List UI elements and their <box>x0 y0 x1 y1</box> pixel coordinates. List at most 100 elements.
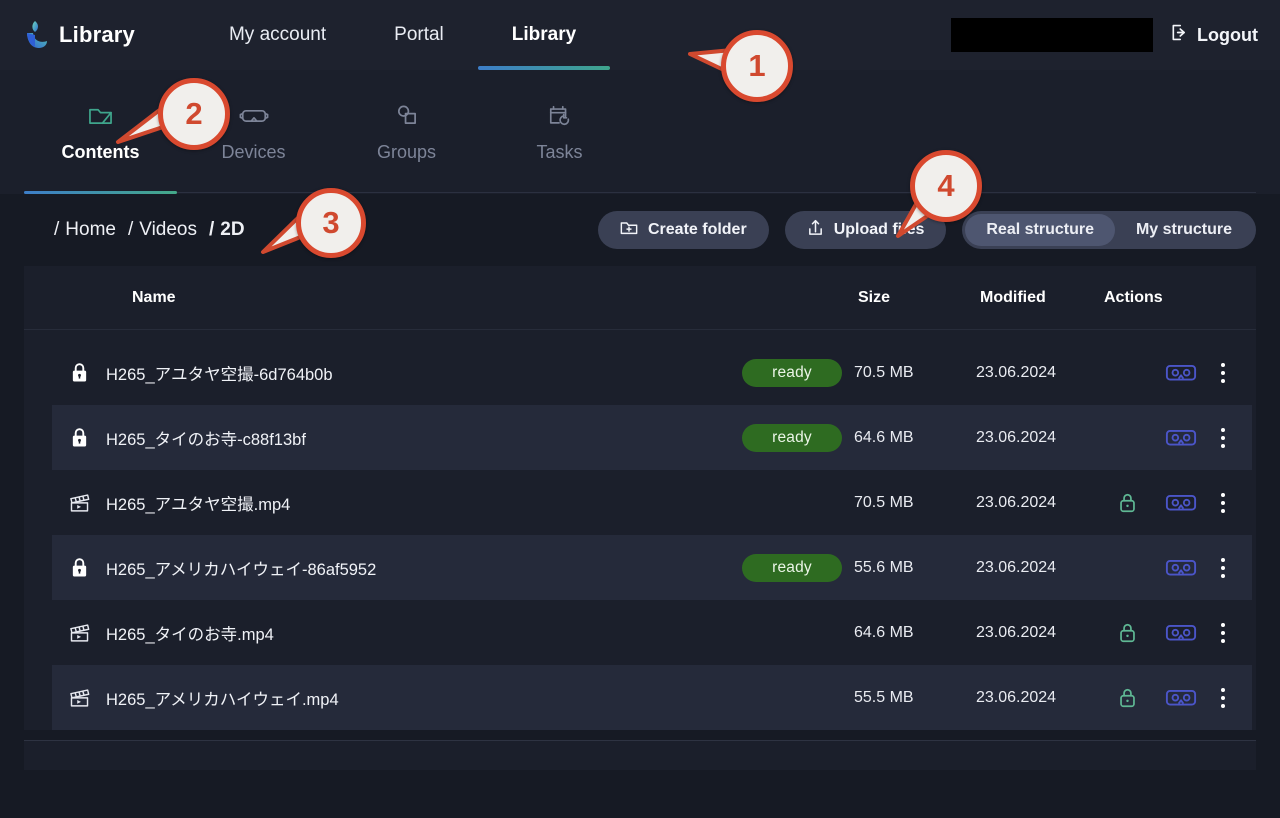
file-name: H265_アメリカハイウェイ-86af5952 <box>106 560 377 579</box>
status-badge: ready <box>742 423 842 452</box>
status-cell: ready <box>742 358 854 387</box>
content-toolbar: / Home / Videos / 2D Create folder Uploa… <box>0 194 1280 266</box>
brand-title: Library <box>59 22 135 47</box>
column-header-name: Name <box>132 288 176 306</box>
kebab-menu-icon[interactable] <box>1208 687 1238 708</box>
vr-goggles-icon[interactable] <box>1154 557 1208 578</box>
vr-headset-icon <box>239 102 269 128</box>
video-file-icon <box>52 687 106 708</box>
folder-icon <box>88 102 113 128</box>
structure-option-label: Real structure <box>986 221 1094 238</box>
topnav-label: Library <box>511 24 577 45</box>
table-body: H265_アユタヤ空撮-6d764b0b ready 70.5 MB 23.06.20… <box>24 330 1256 730</box>
video-file-icon <box>52 622 106 643</box>
breadcrumb-item-home[interactable]: / Home <box>54 219 116 241</box>
create-folder-label: Create folder <box>647 221 747 238</box>
subnav-label: Contents <box>61 142 140 162</box>
subnav-label: Groups <box>376 142 437 162</box>
kebab-menu-icon[interactable] <box>1208 362 1238 383</box>
top-bar: Library My account Portal Library Logout <box>0 0 1280 70</box>
row-actions <box>1100 622 1252 643</box>
file-name: H265_アユタヤ空撮.mp4 <box>106 495 291 514</box>
topnav-item-library[interactable]: Library <box>477 0 611 70</box>
vr-goggles-icon[interactable] <box>1154 362 1208 383</box>
file-name: H265_タイのお寺-c88f13bf <box>106 430 306 449</box>
subnav-label: Devices <box>221 142 286 162</box>
table-row[interactable]: H265_アユタヤ空撮-6d764b0b ready 70.5 MB 23.06.20… <box>52 340 1252 405</box>
kebab-menu-icon[interactable] <box>1208 427 1238 448</box>
brand[interactable]: Library <box>22 20 135 50</box>
video-file-icon <box>52 492 106 513</box>
file-size: 55.5 MB <box>854 688 914 706</box>
table-row[interactable]: H265_アメリカハイウェイ.mp4 55.5 MB 23.06.2024 <box>52 665 1252 730</box>
sub-navigation-bar: Contents Devices Groups Tasks <box>0 70 1280 194</box>
row-actions <box>1100 557 1252 578</box>
upload-files-button[interactable]: Upload files <box>784 211 947 249</box>
lock-action-slot[interactable] <box>1100 687 1154 708</box>
kebab-menu-icon[interactable] <box>1208 622 1238 643</box>
row-actions <box>1100 687 1252 708</box>
file-size: 70.5 MB <box>854 363 914 381</box>
status-badge: ready <box>742 553 842 582</box>
structure-option-real[interactable]: Real structure <box>965 214 1115 246</box>
next-section-placeholder <box>24 740 1256 770</box>
lock-icon <box>52 427 106 448</box>
subnav-divider <box>24 192 1256 193</box>
status-badge: ready <box>742 358 842 387</box>
content-panel: / Home / Videos / 2D Create folder Uploa… <box>0 194 1280 818</box>
logout-icon <box>1169 23 1188 47</box>
table-row[interactable]: H265_アユタヤ空撮.mp4 70.5 MB 23.06.2024 <box>52 470 1252 535</box>
file-size: 64.6 MB <box>854 623 914 641</box>
subnav-item-contents[interactable]: Contents <box>24 70 177 192</box>
table-row[interactable]: H265_タイのお寺-c88f13bf ready 64.6 MB 23.06.202… <box>52 405 1252 470</box>
subnav-item-groups[interactable]: Groups <box>330 70 483 192</box>
library-logo-icon <box>22 20 48 50</box>
kebab-menu-icon[interactable] <box>1208 492 1238 513</box>
subnav-item-tasks[interactable]: Tasks <box>483 70 636 192</box>
structure-option-my[interactable]: My structure <box>1115 214 1253 246</box>
status-cell: ready <box>742 553 854 582</box>
file-modified: 23.06.2024 <box>976 688 1057 706</box>
groups-icon <box>395 102 418 128</box>
vr-goggles-icon[interactable] <box>1154 687 1208 708</box>
file-size: 55.6 MB <box>854 558 914 576</box>
subnav-item-devices[interactable]: Devices <box>177 70 330 192</box>
breadcrumb-item-2d[interactable]: / 2D <box>209 219 245 241</box>
structure-option-label: My structure <box>1135 221 1232 238</box>
lock-action-slot[interactable] <box>1100 622 1154 643</box>
breadcrumb-item-videos[interactable]: / Videos <box>128 219 197 241</box>
lock-icon <box>52 362 106 383</box>
topnav-label: My account <box>228 24 327 45</box>
breadcrumb-separator: / <box>127 219 134 240</box>
file-name: H265_タイのお寺.mp4 <box>106 625 274 644</box>
table-row[interactable]: H265_アメリカハイウェイ-86af5952 ready 55.6 MB 23.06… <box>52 535 1252 600</box>
column-header-actions: Actions <box>1104 288 1163 306</box>
file-modified: 23.06.2024 <box>976 493 1057 511</box>
lock-icon <box>52 557 106 578</box>
file-size: 70.5 MB <box>854 493 914 511</box>
lock-action-slot[interactable] <box>1100 492 1154 513</box>
account-name-field[interactable] <box>951 18 1154 52</box>
vr-goggles-icon[interactable] <box>1154 622 1208 643</box>
subnav-label: Tasks <box>536 142 583 162</box>
topnav-item-portal[interactable]: Portal <box>360 0 478 70</box>
table-row[interactable]: H265_タイのお寺.mp4 64.6 MB 23.06.2024 <box>52 600 1252 665</box>
row-actions <box>1100 492 1252 513</box>
vr-goggles-icon[interactable] <box>1154 427 1208 448</box>
logout-button[interactable]: Logout <box>1169 23 1258 47</box>
topnav-item-my-account[interactable]: My account <box>195 0 360 70</box>
calendar-refresh-icon <box>548 102 572 128</box>
vr-goggles-icon[interactable] <box>1154 492 1208 513</box>
row-actions <box>1100 362 1252 383</box>
file-name: H265_アユタヤ空撮-6d764b0b <box>106 365 333 384</box>
kebab-menu-icon[interactable] <box>1208 557 1238 578</box>
create-folder-button[interactable]: Create folder <box>597 211 769 249</box>
upload-icon <box>807 219 824 241</box>
file-table: Name Size Modified Actions H265_アユタヤ空撮-6… <box>24 266 1256 730</box>
breadcrumb-label: 2D <box>220 219 245 240</box>
breadcrumb-label: Home <box>65 219 116 240</box>
breadcrumb-separator: / <box>54 219 60 240</box>
column-header-modified: Modified <box>980 288 1046 306</box>
breadcrumb: / Home / Videos / 2D <box>54 219 245 241</box>
topbar-right: Logout <box>951 18 1258 52</box>
